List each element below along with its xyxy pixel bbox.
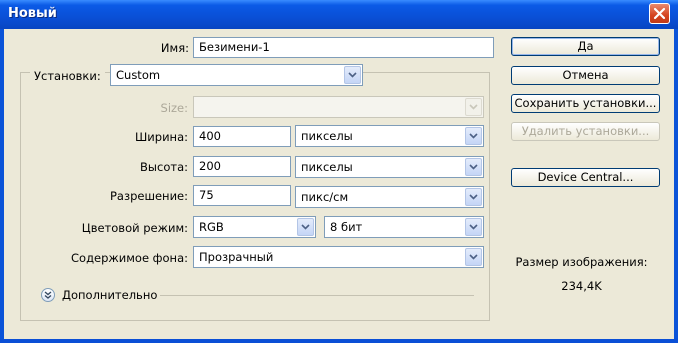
preset-select[interactable]: Custom [110, 64, 363, 86]
chevron-down-icon [469, 104, 478, 110]
background-contents-value: Прозрачный [199, 250, 274, 264]
resolution-unit-select[interactable]: пикс/см [295, 186, 484, 208]
bit-depth-dropdown-arrow[interactable] [465, 218, 482, 236]
color-mode-dropdown-arrow[interactable] [297, 218, 314, 236]
width-unit-select[interactable]: пикселы [295, 125, 484, 147]
width-label: Ширина: [135, 130, 188, 144]
cancel-button[interactable]: Отмена [511, 66, 660, 85]
image-size-label: Размер изображения: [515, 255, 648, 269]
close-button[interactable] [649, 3, 670, 24]
chevron-down-icon [469, 133, 478, 139]
chevron-down-icon [469, 194, 478, 200]
title-bar[interactable]: Новый [0, 0, 678, 29]
color-mode-value: RGB [199, 220, 224, 234]
window-title: Новый [8, 6, 57, 21]
resolution-label: Разрешение: [109, 189, 188, 203]
image-size-value: 234,4K [561, 279, 602, 293]
delete-preset-button: Удалить установки... [511, 122, 660, 141]
color-mode-label: Цветовой режим: [81, 221, 188, 235]
chevron-down-icon [469, 254, 478, 260]
chevron-down-icon [469, 224, 478, 230]
double-chevron-down-icon [44, 291, 52, 299]
advanced-expand-toggle[interactable] [41, 288, 55, 302]
device-central-button[interactable]: Device Central... [511, 168, 660, 187]
background-contents-label: Содержимое фона: [71, 251, 188, 265]
advanced-divider [160, 295, 474, 296]
height-unit-select[interactable]: пикселы [295, 156, 484, 178]
resolution-unit-value: пикс/см [301, 190, 349, 204]
bit-depth-select[interactable]: 8 бит [324, 216, 484, 238]
height-field[interactable]: 200 [193, 156, 291, 177]
ok-button[interactable]: Да [511, 37, 660, 56]
bit-depth-value: 8 бит [330, 220, 363, 234]
size-dropdown-arrow [465, 98, 482, 116]
resolution-field[interactable]: 75 [193, 185, 291, 206]
background-contents-select[interactable]: Прозрачный [193, 246, 484, 268]
window-bottom-border [0, 339, 678, 343]
advanced-label[interactable]: Дополнительно [62, 288, 157, 302]
chevron-down-icon [469, 164, 478, 170]
dialog-window: Новый Имя: Безимени-1 Установки: Custom … [0, 0, 678, 343]
preset-dropdown-arrow[interactable] [344, 66, 361, 84]
name-label: Имя: [160, 41, 189, 55]
size-label: Size: [160, 101, 188, 115]
save-preset-button[interactable]: Сохранить установки... [511, 94, 660, 113]
name-field[interactable]: Безимени-1 [193, 37, 494, 58]
resolution-unit-dropdown-arrow[interactable] [465, 188, 482, 206]
width-field[interactable]: 400 [193, 126, 291, 147]
background-contents-dropdown-arrow[interactable] [465, 248, 482, 266]
size-select [193, 96, 484, 118]
height-unit-value: пикселы [301, 160, 353, 174]
color-mode-select[interactable]: RGB [193, 216, 316, 238]
close-icon [653, 7, 666, 20]
chevron-down-icon [348, 72, 357, 78]
preset-label: Установки: [30, 69, 105, 83]
height-label: Высота: [140, 160, 188, 174]
chevron-down-icon [301, 224, 310, 230]
preset-value: Custom [116, 68, 161, 82]
height-unit-dropdown-arrow[interactable] [465, 158, 482, 176]
width-unit-dropdown-arrow[interactable] [465, 127, 482, 145]
width-unit-value: пикселы [301, 129, 353, 143]
